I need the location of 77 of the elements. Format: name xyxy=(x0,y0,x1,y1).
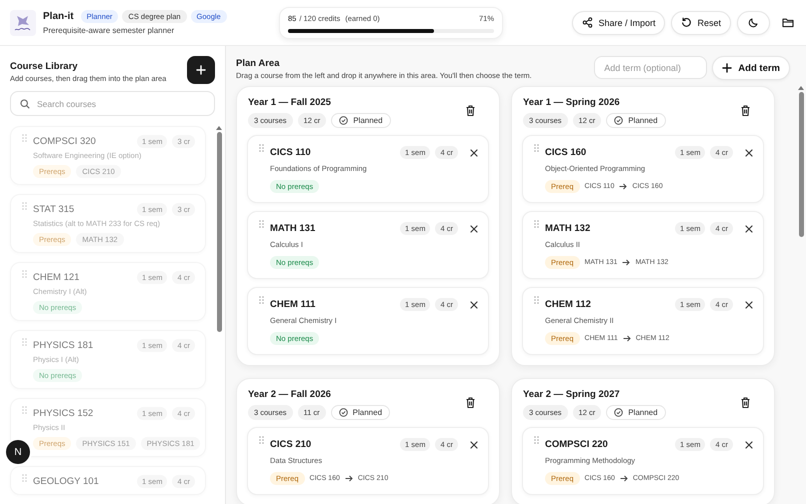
plus-icon xyxy=(722,63,732,73)
close-icon[interactable] xyxy=(745,148,753,156)
app-subtitle: Prerequisite-aware semester planner xyxy=(43,26,176,35)
arrow-icon xyxy=(622,259,630,266)
close-icon[interactable] xyxy=(745,300,753,308)
check-circle-icon xyxy=(614,408,624,417)
course-code: GEOLOGY 101 xyxy=(33,476,99,487)
course-code: PHYSICS 152 xyxy=(33,408,94,419)
status-badge: Planned xyxy=(606,405,666,420)
drag-handle-icon[interactable] xyxy=(22,338,27,346)
drag-handle-icon[interactable] xyxy=(259,144,264,152)
check-circle-icon xyxy=(339,116,348,125)
close-icon[interactable] xyxy=(470,440,478,448)
close-icon[interactable] xyxy=(470,300,478,308)
search-icon xyxy=(20,99,30,109)
drag-handle-icon[interactable] xyxy=(22,406,27,414)
search-field[interactable]: Search courses xyxy=(10,91,215,116)
folder-icon[interactable] xyxy=(782,17,794,28)
arrow-icon xyxy=(622,335,631,342)
plan-title: Plan Area xyxy=(236,58,281,69)
drag-handle-icon[interactable] xyxy=(22,202,27,210)
term-title: Year 1 — Fall 2025 xyxy=(248,97,332,108)
add-term-field[interactable]: Add term (optional) xyxy=(594,56,708,79)
trash-icon[interactable] xyxy=(741,105,750,116)
course-code: CHEM 111 xyxy=(270,299,316,310)
close-icon[interactable] xyxy=(745,224,753,232)
drag-handle-icon[interactable] xyxy=(22,134,27,142)
reset-button[interactable]: Reset xyxy=(671,10,731,34)
status-badge: Planned xyxy=(331,113,391,128)
status-badge: Planned xyxy=(330,405,390,420)
drag-handle-icon[interactable] xyxy=(259,296,264,304)
app-title: Plan-it xyxy=(43,11,74,22)
drag-handle-icon[interactable] xyxy=(22,474,27,482)
check-circle-icon xyxy=(614,116,624,125)
share-import-button[interactable]: Share / Import xyxy=(572,10,666,34)
close-icon[interactable] xyxy=(745,440,753,448)
trash-icon[interactable] xyxy=(466,397,475,408)
arrow-icon xyxy=(619,183,628,190)
course-code: MATH 132 xyxy=(545,223,590,234)
term-title: Year 2 — Spring 2027 xyxy=(523,389,621,400)
course-code: COMPSCI 320 xyxy=(33,136,96,147)
trash-icon[interactable] xyxy=(466,105,475,116)
drag-handle-icon[interactable] xyxy=(534,220,539,228)
course-code: MATH 131 xyxy=(270,223,316,234)
term-title: Year 1 — Spring 2026 xyxy=(523,97,621,108)
library-title: Course Library xyxy=(10,61,79,72)
arrow-icon xyxy=(344,475,353,482)
moon-icon xyxy=(748,17,759,28)
course-code: PHYSICS 181 xyxy=(33,340,94,351)
drag-handle-icon[interactable] xyxy=(259,220,264,228)
term-title: Year 2 — Fall 2026 xyxy=(248,389,332,400)
drag-handle-icon[interactable] xyxy=(259,436,264,444)
add-term-button[interactable]: Add term xyxy=(712,56,790,80)
course-code: CICS 160 xyxy=(545,147,586,158)
course-code: COMPSCI 220 xyxy=(545,439,608,450)
share-icon xyxy=(582,17,594,28)
drag-handle-icon[interactable] xyxy=(22,270,27,278)
close-icon[interactable] xyxy=(470,148,478,156)
course-code: STAT 315 xyxy=(33,204,74,215)
close-icon[interactable] xyxy=(470,224,478,232)
course-code: CICS 210 xyxy=(270,439,312,450)
avatar[interactable]: N xyxy=(6,440,30,464)
course-code: CHEM 112 xyxy=(545,299,591,310)
course-code: CICS 110 xyxy=(270,147,311,158)
drag-handle-icon[interactable] xyxy=(534,144,539,152)
drag-handle-icon[interactable] xyxy=(534,296,539,304)
trash-icon[interactable] xyxy=(741,397,750,408)
status-badge: Planned xyxy=(606,113,666,128)
add-course-button[interactable] xyxy=(187,56,215,84)
course-code: CHEM 121 xyxy=(33,272,80,283)
theme-toggle-button[interactable] xyxy=(737,10,770,34)
arrow-icon xyxy=(620,475,628,482)
reset-icon xyxy=(681,17,692,28)
plus-icon xyxy=(196,65,206,75)
drag-handle-icon[interactable] xyxy=(534,436,539,444)
check-circle-icon xyxy=(338,408,348,417)
logo-icon xyxy=(10,10,36,36)
